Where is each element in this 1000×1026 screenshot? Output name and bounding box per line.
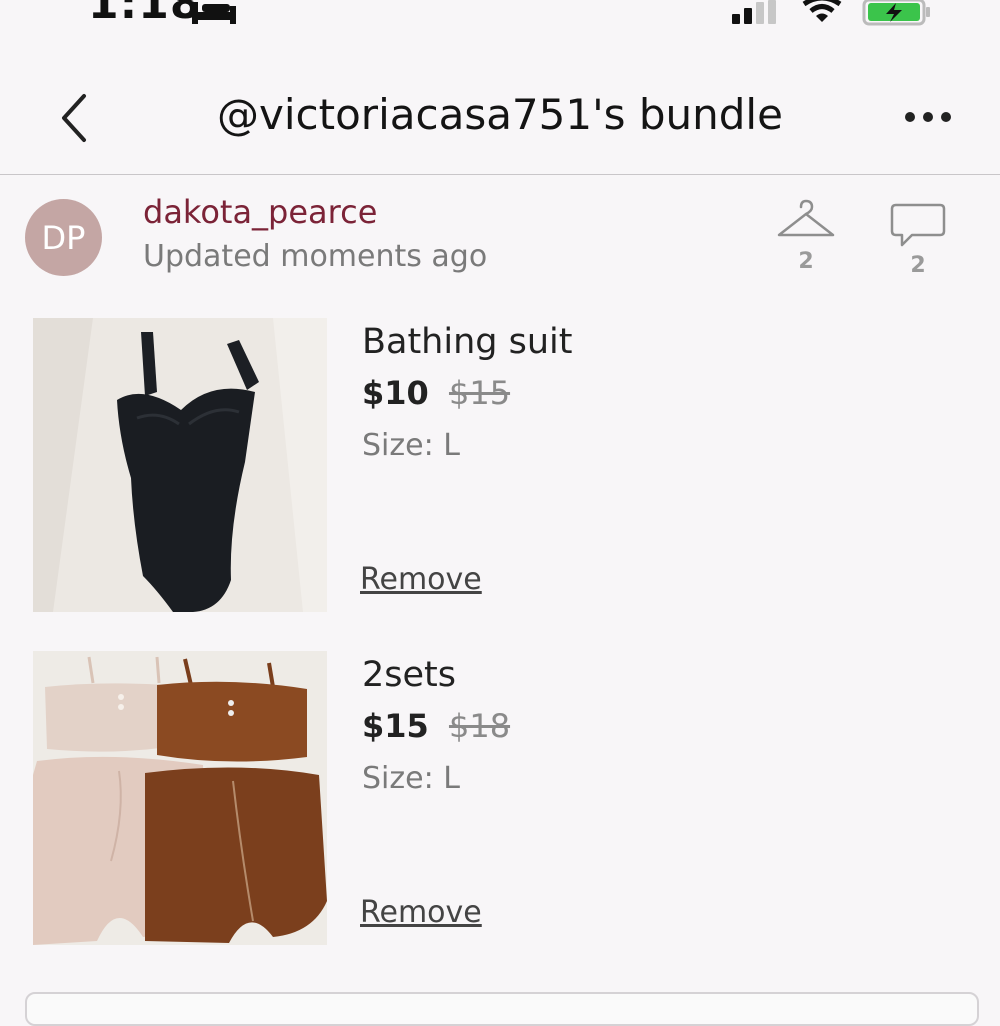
item-original-price: $18 <box>448 707 511 745</box>
avatar[interactable]: DP <box>25 199 102 276</box>
hanger-icon <box>777 199 835 237</box>
price-row: $15 $18 <box>362 707 510 745</box>
swimsuit-photo <box>33 318 327 612</box>
item-photo[interactable] <box>33 318 327 612</box>
nav-bar: @victoriacasa751's bundle <box>0 60 1000 175</box>
page-title: @victoriacasa751's bundle <box>217 90 783 139</box>
avatar-initials: DP <box>41 218 86 257</box>
item-size: Size: L <box>362 428 460 463</box>
comments-count: 2 <box>910 253 926 278</box>
status-time: 1:18 <box>88 0 202 29</box>
bundle-item: Bathing suit $10 $15 Size: L Remove <box>0 318 1000 618</box>
likes-count: 2 <box>798 249 814 274</box>
item-photo[interactable] <box>33 651 327 945</box>
bundle-item: 2sets $15 $18 Size: L Remove <box>0 651 1000 951</box>
battery-charging-icon <box>862 0 930 26</box>
seller-username[interactable]: dakota_pearce <box>143 193 377 231</box>
remove-button[interactable]: Remove <box>360 562 482 597</box>
item-size: Size: L <box>362 761 460 796</box>
item-price: $10 <box>362 374 429 412</box>
cellular-signal-icon <box>732 0 776 24</box>
item-title[interactable]: 2sets <box>362 655 456 695</box>
loungewear-sets-photo <box>33 651 327 945</box>
price-row: $10 $15 <box>362 374 510 412</box>
comments-button[interactable]: 2 <box>890 201 946 281</box>
sleep-focus-icon <box>192 2 236 24</box>
remove-button[interactable]: Remove <box>360 895 482 930</box>
updated-timestamp: Updated moments ago <box>143 239 488 274</box>
wifi-icon <box>802 0 842 22</box>
seller-row: DP dakota_pearce Updated moments ago 2 2 <box>0 175 1000 295</box>
ellipsis-icon <box>905 112 951 122</box>
comment-bubble-icon <box>890 203 946 247</box>
item-title[interactable]: Bathing suit <box>362 322 572 362</box>
bottom-panel <box>25 992 979 1026</box>
status-bar: 1:18 <box>0 0 1000 30</box>
item-original-price: $15 <box>448 374 511 412</box>
likes-button[interactable]: 2 <box>775 197 837 277</box>
item-price: $15 <box>362 707 429 745</box>
more-options-button[interactable] <box>900 102 960 132</box>
